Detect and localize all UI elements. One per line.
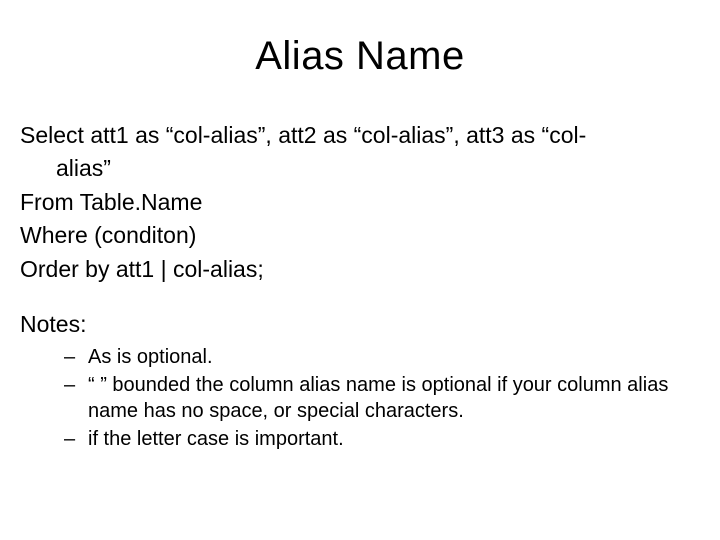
sql-orderby-line: Order by att1 | col-alias; (20, 255, 700, 284)
note-item: “ ” bounded the column alias name is opt… (88, 372, 700, 424)
sql-from-line: From Table.Name (20, 188, 700, 217)
slide: Alias Name Select att1 as “col-alias”, a… (0, 0, 720, 540)
note-item: if the letter case is important. (88, 426, 700, 452)
sql-where-line: Where (conditon) (20, 221, 700, 250)
notes-heading: Notes: (20, 310, 700, 339)
sql-select-line-cont: alias” (20, 154, 700, 183)
note-item: As is optional. (88, 344, 700, 370)
notes-list: As is optional. “ ” bounded the column a… (20, 344, 700, 452)
slide-title: Alias Name (20, 34, 700, 79)
sql-select-line: Select att1 as “col-alias”, att2 as “col… (20, 121, 700, 150)
